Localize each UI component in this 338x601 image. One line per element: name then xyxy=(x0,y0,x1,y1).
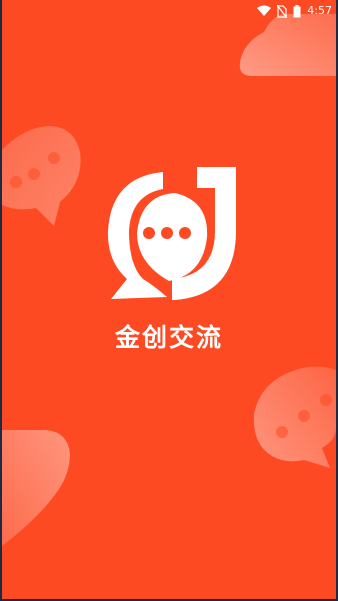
status-icons: 4:57 xyxy=(257,3,332,19)
no-sim-icon xyxy=(277,4,288,18)
decorative-bubble-top-right xyxy=(239,14,336,76)
decorative-bubble-left xyxy=(2,126,81,226)
chat-bubble-j-logo-icon xyxy=(107,167,236,300)
decorative-bubble-right xyxy=(253,366,336,468)
splash-screen: 4:57 金创交流 xyxy=(2,0,336,599)
battery-icon xyxy=(293,4,301,17)
app-name: 金创交流 xyxy=(114,323,223,352)
status-time: 4:57 xyxy=(307,4,332,17)
status-bar: 4:57 xyxy=(2,0,336,22)
decorative-bubble-bottom-left xyxy=(2,430,70,546)
wifi-icon xyxy=(257,5,272,16)
